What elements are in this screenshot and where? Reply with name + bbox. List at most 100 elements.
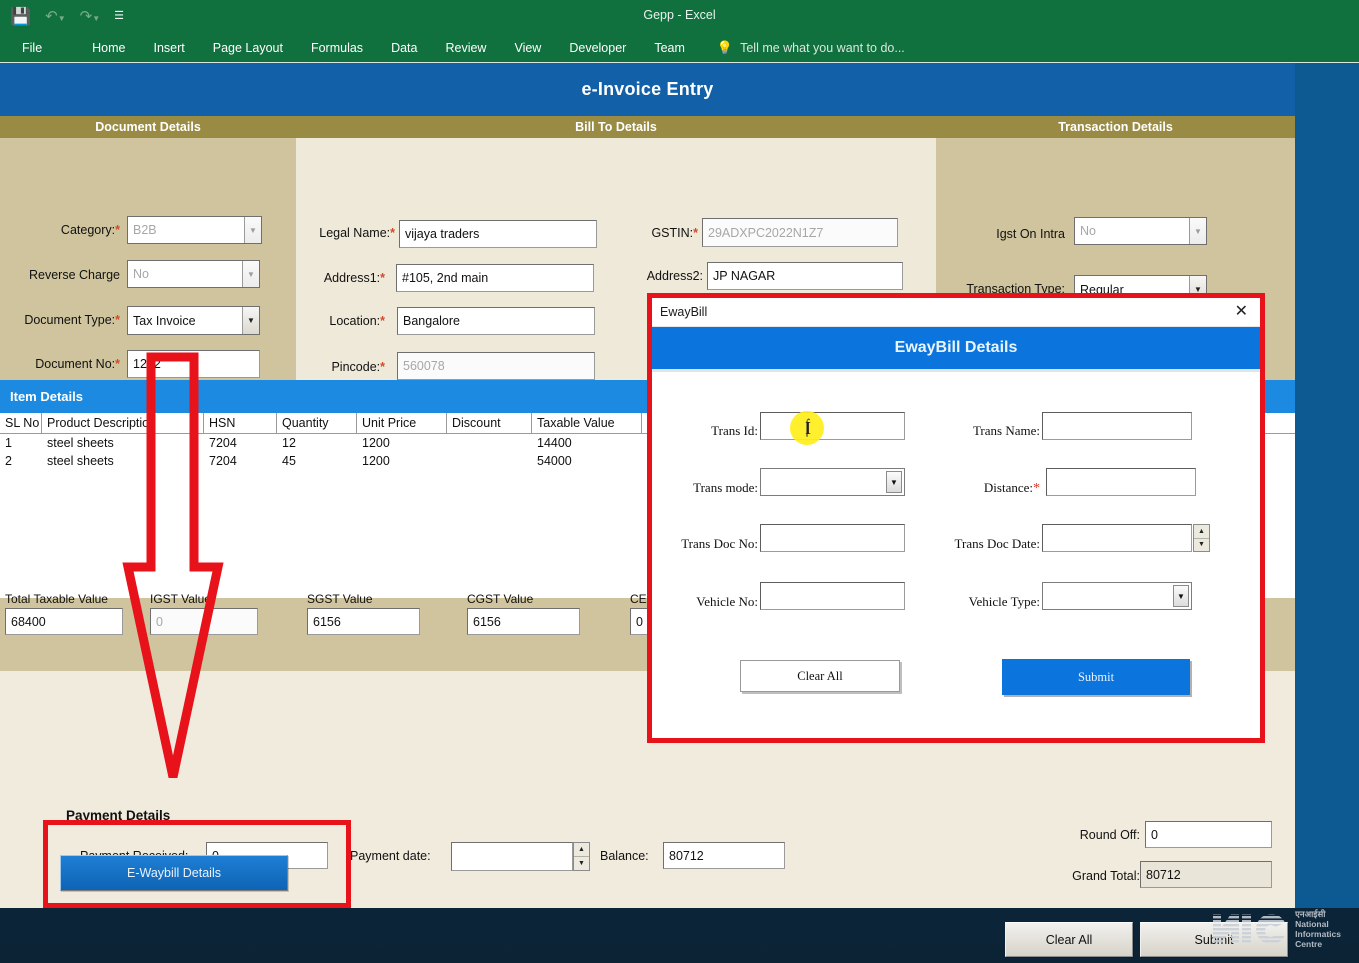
tell-me-label: Tell me what you want to do... [740, 41, 905, 55]
dialog-clear-all-label: Clear All [797, 668, 843, 683]
label-total-taxable-value: Total Taxable Value [5, 592, 108, 606]
reverse-charge-combo[interactable]: No ▼ [127, 260, 260, 288]
label-payment-date: Payment date: [350, 849, 431, 863]
cell-taxable-value: 54000 [537, 454, 572, 468]
label-address2: Address2: [646, 269, 703, 283]
close-icon[interactable]: ✕ [1231, 304, 1252, 320]
vehicle-type-combo[interactable]: ▼ [1042, 582, 1192, 610]
label-vehicle-no: Vehicle No: [696, 594, 758, 609]
label-igst-value: IGST Value [150, 592, 211, 606]
location-input[interactable]: Bangalore [397, 307, 595, 335]
cell-unit-price: 1200 [362, 436, 390, 450]
cgst-value-input[interactable]: 6156 [467, 608, 580, 635]
section-header-transaction: Transaction Details [936, 116, 1295, 138]
tab-data[interactable]: Data [377, 37, 431, 59]
cgst-value: 6156 [473, 614, 501, 629]
label-document-no: Document No:* [35, 357, 120, 371]
trans-name-input[interactable] [1042, 412, 1192, 440]
chevron-down-icon[interactable]: ▼ [242, 261, 259, 287]
address2-value: JP NAGAR [713, 269, 776, 283]
trans-doc-date-spinner[interactable]: ▲ ▼ [1193, 524, 1210, 552]
label-category: Category:* [60, 223, 120, 237]
round-off-value: 0 [1151, 827, 1158, 842]
right-gutter [1295, 63, 1359, 908]
vehicle-no-input[interactable] [760, 582, 905, 610]
col-taxable-value: Taxable Value [532, 413, 642, 433]
label-distance: Distance:* [983, 480, 1040, 496]
igst-value-input[interactable]: 0 [150, 608, 258, 635]
label-balance: Balance: [600, 849, 649, 863]
address2-input[interactable]: JP NAGAR [707, 262, 903, 290]
pincode-input[interactable]: 560078 [397, 352, 595, 380]
distance-input[interactable] [1046, 468, 1196, 496]
dialog-clear-all-button[interactable]: Clear All [740, 660, 900, 692]
tell-me-box[interactable]: 💡 Tell me what you want to do... [699, 40, 905, 56]
cell-discount [447, 434, 532, 452]
spinner-down-icon[interactable]: ▼ [1194, 539, 1209, 552]
nic-line-3: Centre [1295, 939, 1323, 949]
category-value: B2B [133, 223, 157, 237]
cell-sl-no: 1 [5, 436, 12, 450]
label-document-type: Document Type:* [24, 313, 120, 327]
sgst-value: 6156 [313, 614, 341, 629]
chevron-down-icon[interactable]: ▼ [1189, 218, 1206, 244]
col-hsn: HSN [204, 413, 277, 433]
tab-page-layout[interactable]: Page Layout [199, 37, 297, 59]
document-type-combo[interactable]: Tax Invoice ▼ [127, 306, 260, 335]
tab-developer[interactable]: Developer [555, 37, 640, 59]
total-taxable-value: 68400 [11, 614, 46, 629]
category-combo[interactable]: B2B ▼ [127, 216, 262, 244]
dialog-submit-button[interactable]: Submit [1002, 659, 1190, 695]
payment-date-input[interactable] [451, 842, 573, 871]
chevron-down-icon[interactable]: ▼ [886, 471, 902, 493]
ewaybill-dialog: EwayBill ✕ EwayBill Details Trans Id: Tr… [647, 293, 1265, 743]
chevron-down-icon[interactable]: ▼ [244, 217, 261, 243]
address1-input[interactable]: #105, 2nd main [396, 264, 594, 292]
cell-unit-price: 1200 [362, 454, 390, 468]
tab-file[interactable]: File [8, 37, 56, 59]
gstin-input[interactable]: 29ADXPC2022N1Z7 [702, 218, 898, 247]
label-vehicle-type: Vehicle Type: [968, 594, 1040, 609]
cell-taxable-value: 14400 [537, 436, 572, 450]
cell-hsn: 7204 [209, 454, 237, 468]
chevron-down-icon[interactable]: ▼ [242, 307, 259, 334]
tab-formulas[interactable]: Formulas [297, 37, 377, 59]
legal-name-input[interactable]: vijaya traders [399, 220, 597, 248]
cell-discount [447, 452, 532, 470]
spinner-up-icon[interactable]: ▲ [1194, 525, 1209, 539]
gstin-value: 29ADXPC2022N1Z7 [708, 225, 824, 240]
trans-doc-date-input[interactable] [1042, 524, 1192, 552]
dialog-banner: EwayBill Details [652, 327, 1260, 369]
dialog-submit-label: Submit [1077, 669, 1115, 684]
spinner-down-icon[interactable]: ▼ [574, 857, 589, 870]
nic-line-1: National [1295, 919, 1329, 929]
legal-name-value: vijaya traders [405, 227, 480, 241]
trans-mode-combo[interactable]: ▼ [760, 468, 905, 496]
tab-insert[interactable]: Insert [140, 37, 199, 59]
document-no-input[interactable]: 1232 [127, 350, 260, 378]
balance-input[interactable]: 80712 [663, 842, 785, 869]
trans-doc-no-input[interactable] [760, 524, 905, 552]
trans-id-input[interactable] [760, 412, 905, 440]
total-taxable-value-input[interactable]: 68400 [5, 608, 123, 635]
label-legal-name: Legal Name:* [319, 226, 395, 240]
dialog-body: Trans Id: Trans Name: Trans mode: ▼ Dist… [652, 372, 1260, 738]
col-discount: Discount [447, 413, 532, 433]
clear-all-button[interactable]: Clear All [1005, 922, 1133, 957]
nic-text-block: एनआईसी National Informatics Centre [1295, 909, 1341, 949]
payment-date-spinner[interactable]: ▲ ▼ [573, 842, 590, 871]
label-cgst-value: CGST Value [467, 592, 534, 606]
grand-total-input: 80712 [1140, 861, 1272, 888]
nic-logo: एनआईसी National Informatics Centre [1211, 909, 1341, 949]
tab-review[interactable]: Review [431, 37, 500, 59]
sgst-value-input[interactable]: 6156 [307, 608, 420, 635]
tab-team[interactable]: Team [640, 37, 699, 59]
label-reverse-charge: Reverse Charge [28, 268, 120, 282]
spinner-up-icon[interactable]: ▲ [574, 843, 589, 857]
cell-quantity: 12 [282, 436, 296, 450]
tab-view[interactable]: View [500, 37, 555, 59]
chevron-down-icon[interactable]: ▼ [1173, 585, 1189, 607]
tab-home[interactable]: Home [78, 37, 139, 59]
round-off-input[interactable]: 0 [1145, 821, 1272, 848]
igst-on-intra-combo[interactable]: No ▼ [1074, 217, 1207, 245]
